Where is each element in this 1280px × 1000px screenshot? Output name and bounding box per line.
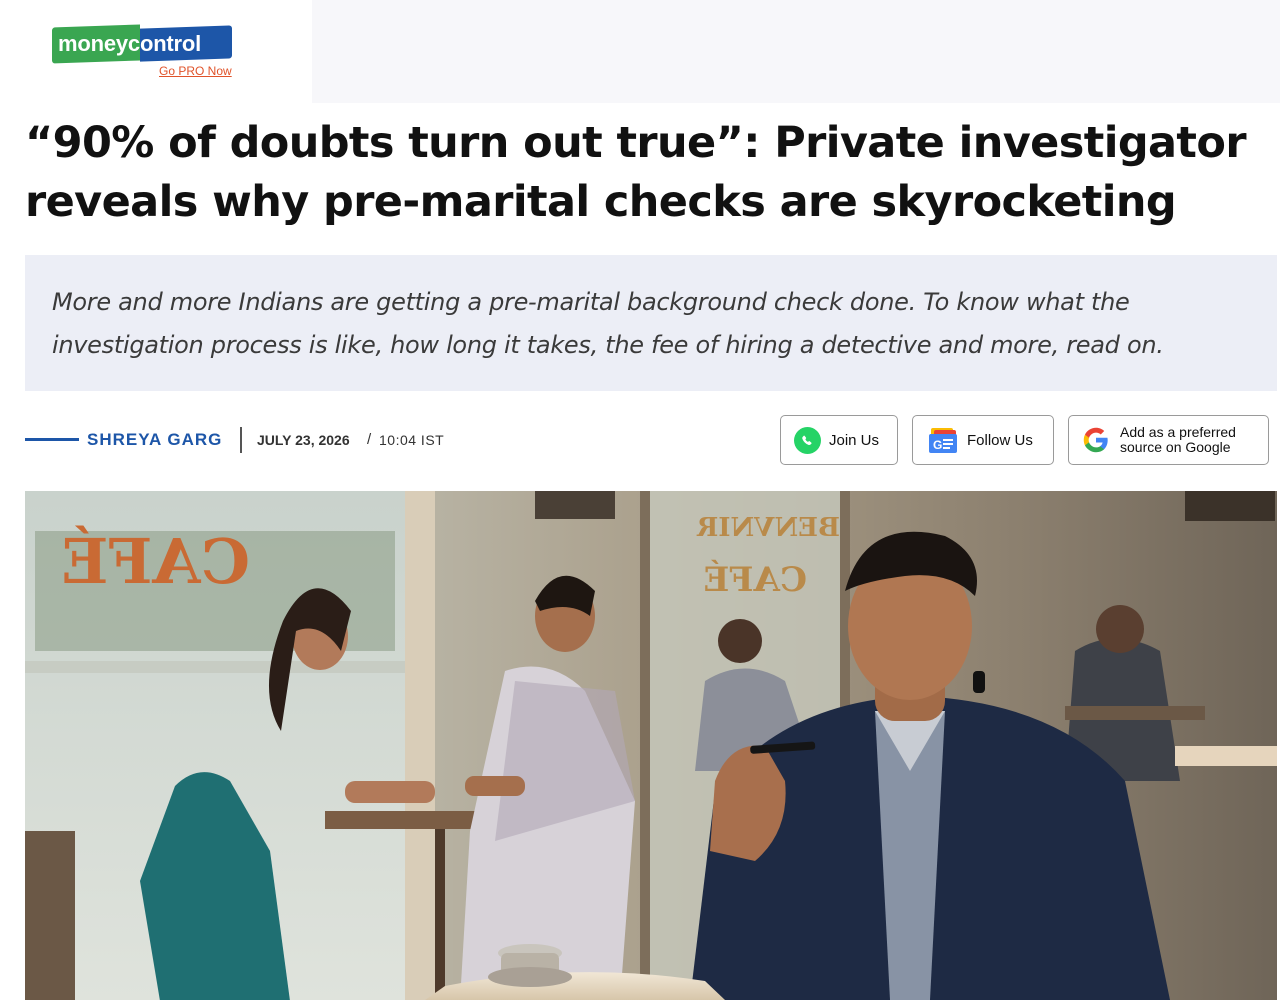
moneycontrol-logo[interactable]: moneycontrol <box>52 24 232 64</box>
article-summary-box: More and more Indians are getting a pre-… <box>25 255 1277 391</box>
article-headline: “90% of doubts turn out true”: Private i… <box>25 118 1247 227</box>
cafe-sign-left: CAFÉ <box>61 525 250 598</box>
google-icon <box>1082 426 1110 454</box>
preferred-source-line1: Add as a preferred <box>1120 424 1236 440</box>
preferred-source-label: Add as a preferred source on Google <box>1120 425 1236 455</box>
author-accent-line <box>25 438 79 441</box>
hero-image: CAFÉ BENVNIR CAFÉ <box>25 491 1277 1000</box>
logo-text-left: money <box>58 31 128 56</box>
preferred-source-button[interactable]: Add as a preferred source on Google <box>1068 415 1269 465</box>
follow-us-button[interactable]: G Follow Us <box>912 415 1054 465</box>
byline-row: SHREYA GARG JULY 23, 2026 / 10:04 IST Jo… <box>25 415 1275 467</box>
whatsapp-icon <box>794 426 821 454</box>
date-time-separator: / <box>367 431 372 448</box>
logo-text-right: control <box>127 31 202 56</box>
article-summary: More and more Indians are getting a pre-… <box>52 288 1164 359</box>
svg-text:G: G <box>933 438 942 452</box>
author-name-link[interactable]: SHREYA GARG <box>87 430 222 450</box>
join-us-label: Join Us <box>829 431 880 449</box>
cafe-sign-right-bottom: CAFÉ <box>704 559 808 600</box>
logo-area: moneycontrol Go PRO Now <box>0 0 312 103</box>
publish-time: 10:04 IST <box>379 432 445 448</box>
follow-us-label: Follow Us <box>967 431 1033 449</box>
preferred-source-line2: source on Google <box>1120 439 1231 455</box>
google-news-icon: G <box>927 427 959 454</box>
go-pro-link[interactable]: Go PRO Now <box>159 64 232 78</box>
hero-image-illustration: CAFÉ BENVNIR CAFÉ <box>25 491 1277 1000</box>
join-us-button[interactable]: Join Us <box>780 415 898 465</box>
publish-date: JULY 23, 2026 <box>257 432 350 448</box>
cafe-sign-right-top: BENVNIR <box>696 513 840 543</box>
byline-divider <box>240 427 242 453</box>
